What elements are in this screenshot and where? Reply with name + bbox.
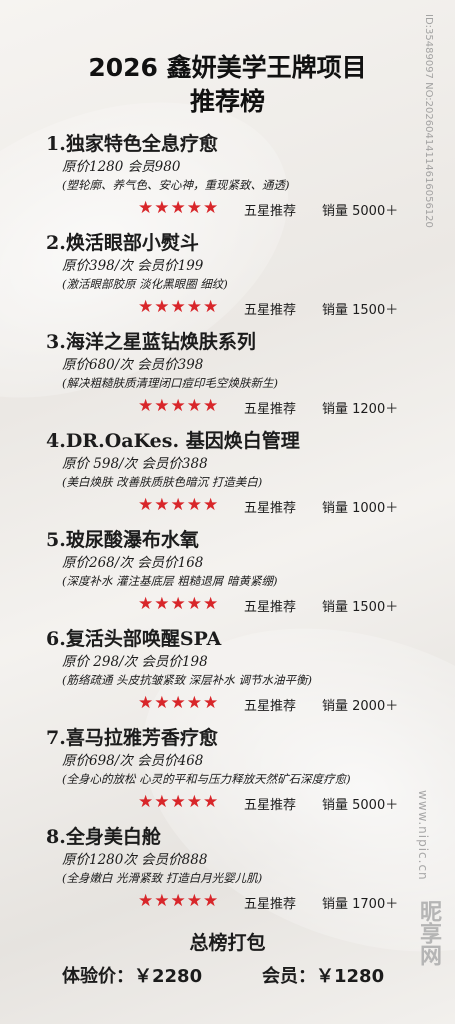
recommend-label: 五星推荐 [244, 402, 297, 417]
recommend-label: 五星推荐 [244, 501, 297, 516]
star-rating-icon: ★★★★★ [138, 594, 220, 614]
item-price: 原价1280次 会员价888 [62, 852, 208, 868]
item-description: (激活眼部胶原 淡化黑眼圈 细纹) [62, 277, 228, 291]
item-title: 2.焕活眼部小熨斗 [46, 232, 199, 254]
page-subtitle: 推荐榜 [189, 87, 265, 116]
star-rating-icon: ★★★★★ [138, 297, 220, 317]
item-rating: ★★★★★ 五星推荐 销量 1700＋ [46, 891, 426, 913]
list-item: 4.DR.OaKes. 基因焕白管理 原价 598/次 会员价388 (美白焕肤… [46, 429, 426, 517]
sales-count: 销量 5000＋ [322, 798, 399, 813]
sales-count: 销量 5000＋ [322, 204, 399, 219]
recommend-label: 五星推荐 [244, 897, 297, 912]
item-description: (全身心的放松 心灵的平和与压力释放天然矿石深度疗愈) [62, 772, 351, 786]
item-title: 7.喜马拉雅芳香疗愈 [46, 727, 218, 749]
item-price: 原价680/次 会员价398 [62, 357, 204, 373]
star-rating-icon: ★★★★★ [138, 693, 220, 713]
sales-count: 销量 1200＋ [322, 402, 399, 417]
list-item: 6.复活头部唤醒SPA 原价 298/次 会员价198 (筋络疏通 头皮抗皱紧致… [46, 627, 426, 715]
recommend-label: 五星推荐 [244, 204, 297, 219]
list-item: 5.玻尿酸瀑布水氧 原价268/次 会员价168 (深度补水 灌注基底层 粗糙退… [46, 528, 426, 616]
star-rating-icon: ★★★★★ [138, 396, 220, 416]
sales-count: 销量 1700＋ [322, 897, 399, 912]
item-description: (深度补水 灌注基底层 粗糙退屑 暗黄紧绷) [62, 574, 278, 588]
item-title: 1.独家特色全息疗愈 [46, 133, 218, 155]
star-rating-icon: ★★★★★ [138, 198, 220, 218]
item-price: 原价698/次 会员价468 [62, 753, 204, 769]
star-rating-icon: ★★★★★ [138, 891, 220, 911]
recommend-label: 五星推荐 [244, 303, 297, 318]
item-description: (塑轮廓、养气色、安心神，重现紧致、通透) [62, 178, 290, 192]
item-description: (全身嫩白 光滑紧致 打造白月光婴儿肌) [62, 871, 263, 885]
item-description: (解决粗糙肤质清理闭口痘印毛空焕肤新生) [62, 376, 278, 390]
item-rating: ★★★★★ 五星推荐 销量 2000＋ [46, 693, 426, 715]
item-title: 5.玻尿酸瀑布水氧 [46, 529, 199, 551]
package-heading: 总榜打包 [189, 932, 266, 954]
item-rating: ★★★★★ 五星推荐 销量 1500＋ [46, 594, 426, 616]
sales-count: 销量 1000＋ [322, 501, 399, 516]
item-description: (筋络疏通 头皮抗皱紧致 深层补水 调节水油平衡) [62, 673, 312, 687]
recommend-label: 五星推荐 [244, 600, 297, 615]
list-item: 1.独家特色全息疗愈 原价1280 会员980 (塑轮廓、养气色、安心神，重现紧… [46, 132, 426, 220]
watermark-site: www.nipic.cn [416, 790, 430, 881]
item-price: 原价1280 会员980 [62, 159, 181, 175]
watermark-id: ID:35489097 NO:20260414114616056120 [423, 14, 434, 228]
item-rating: ★★★★★ 五星推荐 销量 1500＋ [46, 297, 426, 319]
sales-count: 销量 1500＋ [322, 600, 399, 615]
star-rating-icon: ★★★★★ [138, 495, 220, 515]
list-item: 2.焕活眼部小熨斗 原价398/次 会员价199 (激活眼部胶原 淡化黑眼圈 细… [46, 231, 426, 319]
list-item: 8.全身美白舱 原价1280次 会员价888 (全身嫩白 光滑紧致 打造白月光婴… [46, 825, 426, 913]
sales-count: 销量 1500＋ [322, 303, 399, 318]
item-rating: ★★★★★ 五星推荐 销量 5000＋ [46, 792, 426, 814]
item-price: 原价268/次 会员价168 [62, 555, 204, 571]
item-rating: ★★★★★ 五星推荐 销量 1200＋ [46, 396, 426, 418]
list-item: 3.海洋之星蓝钻焕肤系列 原价680/次 会员价398 (解决粗糙肤质清理闭口痘… [46, 330, 426, 418]
item-title: 4.DR.OaKes. 基因焕白管理 [46, 430, 300, 452]
item-title: 8.全身美白舱 [46, 826, 161, 848]
star-rating-icon: ★★★★★ [138, 792, 220, 812]
item-rating: ★★★★★ 五星推荐 销量 5000＋ [46, 198, 426, 220]
item-title: 6.复活头部唤醒SPA [46, 628, 222, 650]
item-description: (美白焕肤 改善肤质肤色暗沉 打造美白) [62, 475, 263, 489]
sales-count: 销量 2000＋ [322, 699, 399, 714]
recommend-label: 五星推荐 [244, 699, 297, 714]
package-prices: 体验价：￥2280 会员：￥1280 [62, 962, 422, 988]
member-price: 会员：￥1280 [262, 966, 385, 987]
item-price: 原价398/次 会员价199 [62, 258, 204, 274]
trial-price: 体验价：￥2280 [62, 966, 203, 987]
item-price: 原价 298/次 会员价198 [62, 654, 208, 670]
item-price: 原价 598/次 会员价388 [62, 456, 208, 472]
item-rating: ★★★★★ 五星推荐 销量 1000＋ [46, 495, 426, 517]
list-item: 7.喜马拉雅芳香疗愈 原价698/次 会员价468 (全身心的放松 心灵的平和与… [46, 726, 426, 814]
watermark-logo: 昵享网 [416, 900, 441, 966]
recommend-label: 五星推荐 [244, 798, 297, 813]
item-title: 3.海洋之星蓝钻焕肤系列 [46, 331, 256, 353]
page-title: 2026 鑫妍美学王牌项目 [88, 53, 367, 82]
